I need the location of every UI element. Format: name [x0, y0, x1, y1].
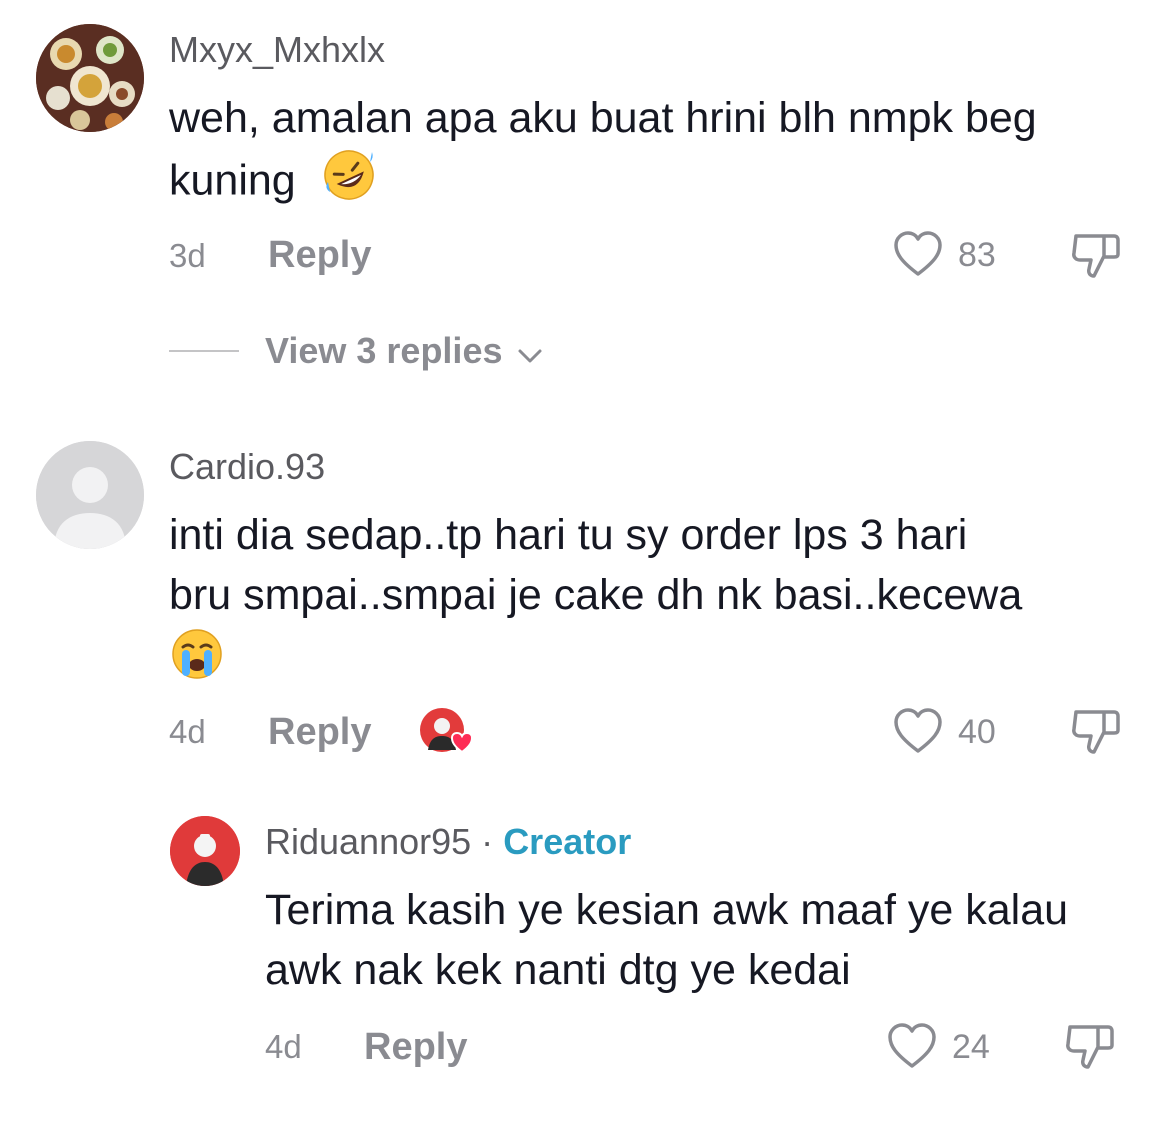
- comment-text-word: kuning: [169, 156, 296, 205]
- like-count: 83: [958, 236, 996, 274]
- comment-text-line: inti dia sedap..tp hari tu sy order lps …: [169, 511, 968, 559]
- reply-button[interactable]: Reply: [268, 233, 371, 277]
- comment-text-line: weh, amalan apa aku buat hrini blh nmpk …: [169, 94, 1037, 142]
- heart-icon[interactable]: [892, 230, 944, 283]
- view-replies-label: View 3 replies: [265, 330, 503, 371]
- creator-avatar-image: [170, 816, 240, 886]
- creator-badge: Creator: [503, 821, 632, 862]
- reply-username-row: Riduannor95 · Creator: [265, 820, 631, 864]
- reply-text-line: awk nak kek nanti dtg ye kedai: [265, 946, 851, 994]
- avatar-mxyx[interactable]: [36, 24, 144, 132]
- dislike-icon[interactable]: [1068, 706, 1124, 763]
- food-avatar-image: [36, 24, 144, 132]
- dislike-icon[interactable]: [1068, 230, 1124, 287]
- comment-username[interactable]: Cardio.93: [169, 445, 325, 489]
- comment-text-line: kuning: [169, 148, 376, 218]
- creator-liked-avatar: [418, 706, 476, 761]
- comment-time: 4d: [169, 713, 206, 750]
- like-count: 24: [952, 1028, 990, 1066]
- crying-emoji-icon: [170, 627, 224, 686]
- reply-button[interactable]: Reply: [268, 710, 371, 754]
- avatar-riduannor[interactable]: [170, 816, 240, 886]
- view-replies-button[interactable]: View 3 replies: [265, 329, 543, 375]
- comment-text-line: bru smpai..smpai je cake dh nk basi..kec…: [169, 571, 1023, 619]
- reply-time: 4d: [265, 1028, 302, 1065]
- view-replies-divider: [169, 350, 239, 352]
- reply-text-line: Terima kasih ye kesian awk maaf ye kalau: [265, 886, 1069, 934]
- rofl-emoji-icon: [322, 148, 376, 218]
- default-user-icon: [36, 441, 144, 549]
- reply-button[interactable]: Reply: [364, 1025, 467, 1069]
- reply-username[interactable]: Riduannor95: [265, 821, 471, 862]
- comment-time: 3d: [169, 237, 206, 274]
- avatar-cardio[interactable]: [36, 441, 144, 549]
- heart-icon[interactable]: [892, 707, 944, 760]
- separator-dot: ·: [481, 821, 494, 862]
- like-count: 40: [958, 713, 996, 751]
- chevron-down-icon: [517, 331, 543, 375]
- dislike-icon[interactable]: [1062, 1021, 1118, 1078]
- heart-icon[interactable]: [886, 1022, 938, 1075]
- comment-username[interactable]: Mxyx_Mxhxlx: [169, 28, 385, 72]
